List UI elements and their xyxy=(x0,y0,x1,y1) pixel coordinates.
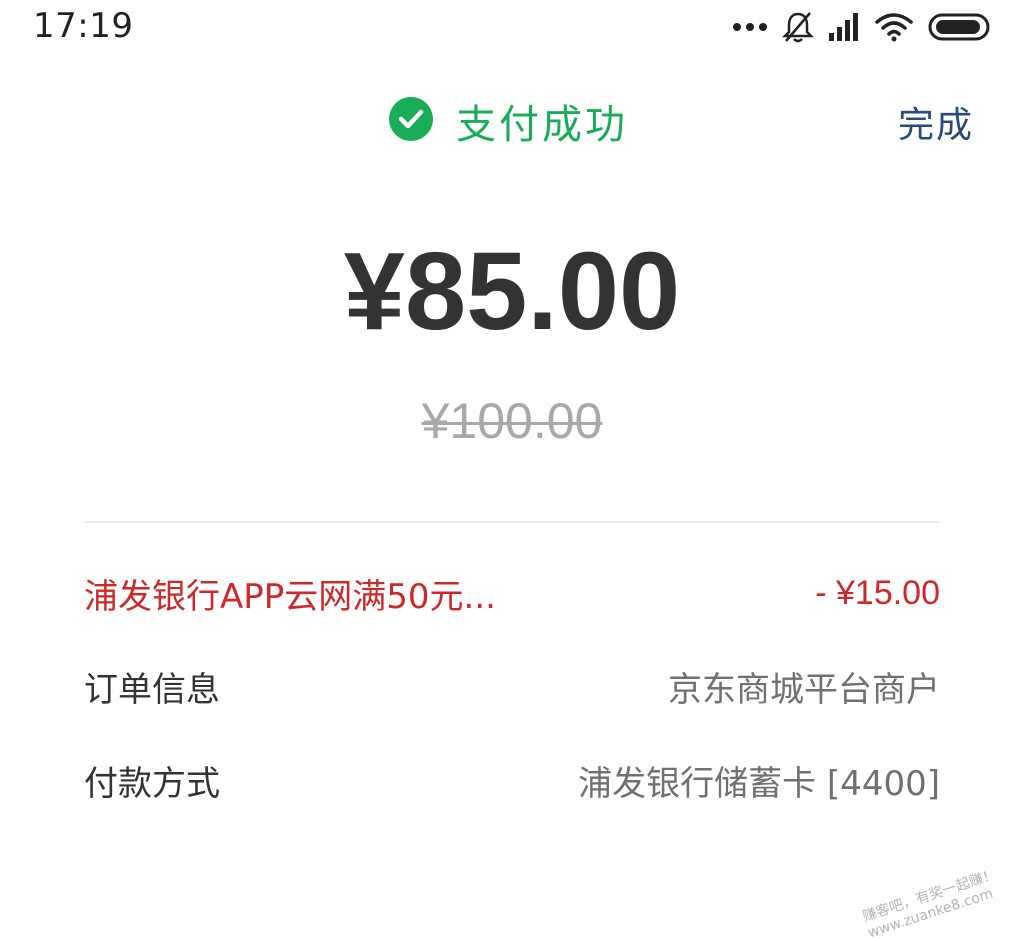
wifi-icon xyxy=(874,12,914,42)
order-info-label: 订单信息 xyxy=(84,669,220,710)
payment-method-label: 付款方式 xyxy=(84,763,220,804)
done-button[interactable]: 完成 xyxy=(898,96,974,148)
watermark: 赚客吧，有奖一起赚！ www.zuanke8.com xyxy=(860,864,1004,941)
header: 支付成功 完成 xyxy=(0,82,1024,162)
signal-icon xyxy=(828,12,860,42)
check-circle-icon xyxy=(388,96,434,146)
status-time: 17:19 xyxy=(33,6,134,46)
success-indicator: 支付成功 xyxy=(388,92,628,150)
discount-row[interactable]: 浦发银行APP云网满50元... - ¥15.00 xyxy=(84,563,940,623)
status-bar: 17:19 xyxy=(0,0,1024,60)
more-dots-icon xyxy=(732,22,768,32)
discount-label: 浦发银行APP云网满50元... xyxy=(84,576,496,617)
payment-method-row: 付款方式 浦发银行储蓄卡 [4400] xyxy=(84,750,940,810)
page-title: 支付成功 xyxy=(456,102,628,148)
battery-icon xyxy=(928,12,992,42)
original-amount: ¥100.00 xyxy=(421,393,603,449)
status-icons xyxy=(732,10,992,44)
payment-method-value: 浦发银行储蓄卡 [4400] xyxy=(578,763,940,804)
order-info-row: 订单信息 京东商城平台商户 xyxy=(84,656,940,716)
order-info-value: 京东商城平台商户 xyxy=(668,669,940,710)
bell-muted-icon xyxy=(782,10,814,44)
divider xyxy=(84,521,940,523)
paid-amount: ¥85.00 xyxy=(343,230,681,353)
discount-value: - ¥15.00 xyxy=(815,573,940,612)
